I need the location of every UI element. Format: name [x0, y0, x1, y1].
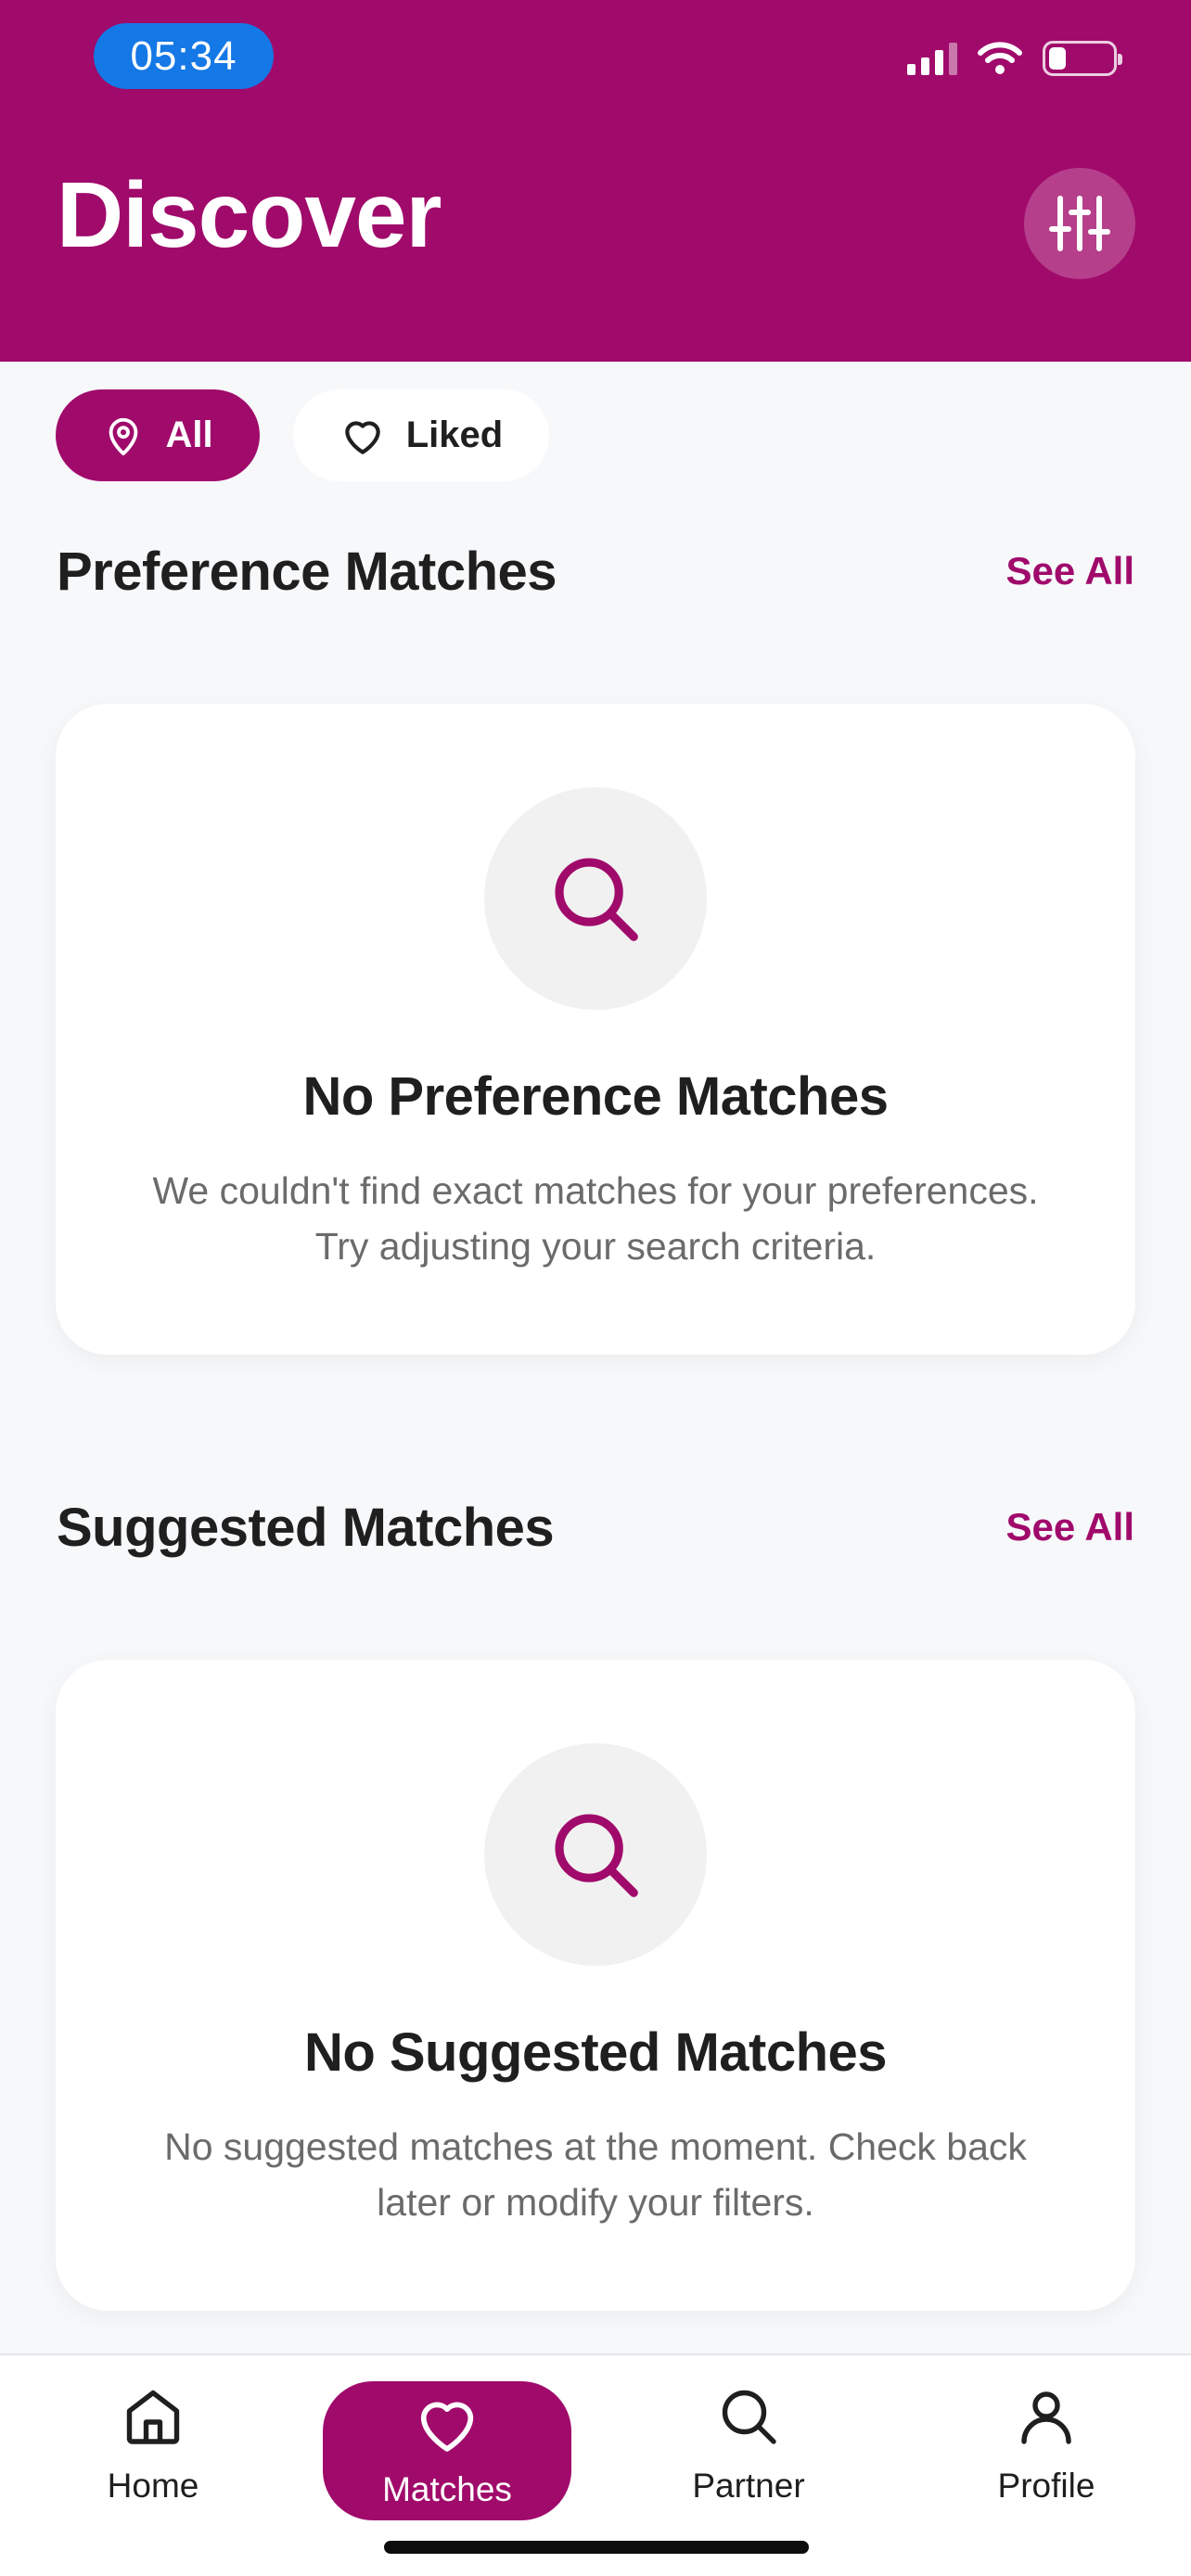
filter-all-button[interactable]: All: [56, 389, 260, 481]
battery-icon: [1043, 41, 1122, 76]
sliders-icon: [1049, 196, 1110, 251]
empty-state-icon-circle: [484, 787, 707, 1010]
search-icon: [555, 858, 638, 941]
nav-partner-label: Partner: [692, 2467, 805, 2505]
empty-state-description: We couldn't find exact matches for your …: [152, 1169, 1039, 1268]
filter-liked-label: Liked: [405, 414, 504, 455]
user-icon: [1021, 2391, 1071, 2444]
suggested-empty-card: No Suggested Matches No suggested matche…: [56, 1660, 1135, 2311]
nav-home[interactable]: Home: [83, 2383, 223, 2506]
nav-matches-label: Matches: [382, 2470, 512, 2508]
filter-liked-button[interactable]: Liked: [293, 389, 549, 481]
nav-home-label: Home: [107, 2467, 199, 2505]
nav-profile-label: Profile: [997, 2467, 1095, 2505]
search-icon: [555, 1814, 638, 1897]
app-header: 05:34 Discover: [0, 0, 1191, 362]
cellular-signal-icon: [907, 42, 957, 75]
status-time: 05:34: [94, 23, 274, 89]
empty-state-icon-circle: [484, 1743, 707, 1966]
empty-state-title: No Preference Matches: [302, 1066, 889, 1127]
home-icon: [126, 2390, 180, 2444]
nav-profile[interactable]: Profile: [977, 2383, 1116, 2506]
page-title: Discover: [57, 163, 442, 267]
suggested-matches-title: Suggested Matches: [57, 1498, 555, 1558]
heart-icon: [345, 420, 380, 454]
heart-icon: [420, 2402, 474, 2452]
filter-all-label: All: [165, 414, 213, 455]
suggested-see-all-link[interactable]: See All: [1005, 1505, 1134, 1549]
home-indicator: [384, 2541, 809, 2554]
preference-see-all-link[interactable]: See All: [1005, 549, 1134, 593]
nav-partner[interactable]: Partner: [674, 2383, 823, 2506]
preference-matches-title: Preference Matches: [57, 542, 557, 602]
status-icons: [907, 41, 1122, 76]
empty-state-description: No suggested matches at the moment. Chec…: [164, 2125, 1027, 2224]
preference-empty-card: No Preference Matches We couldn't find e…: [56, 704, 1135, 1355]
filter-button[interactable]: [1024, 168, 1135, 279]
search-icon: [722, 2390, 776, 2444]
nav-matches[interactable]: Matches: [323, 2381, 571, 2520]
empty-state-title: No Suggested Matches: [303, 2022, 888, 2083]
map-pin-icon: [109, 417, 138, 455]
wifi-icon: [978, 42, 1022, 74]
